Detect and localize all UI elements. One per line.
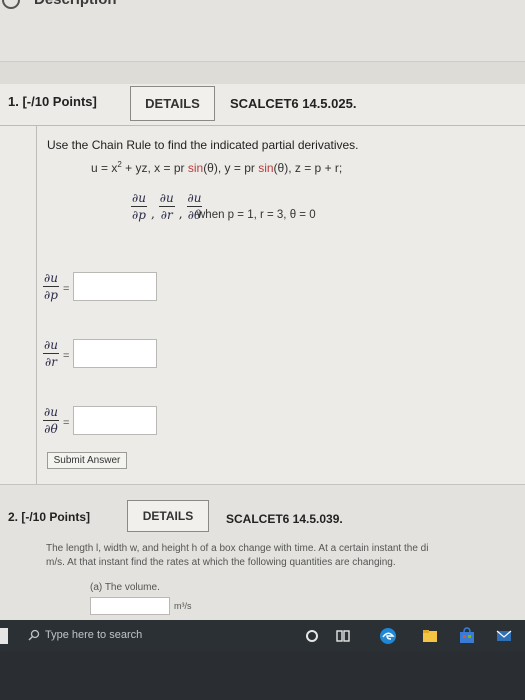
answer-label-du-dr: ∂u ∂r	[43, 338, 59, 369]
description-heading: Description	[34, 0, 117, 8]
eq-part-a: + yz, x = pr	[121, 161, 188, 175]
answer-input-du-dtheta[interactable]	[73, 406, 158, 435]
question-1-header: 1. [-/10 Points] DETAILS SCALCET6 14.5.0…	[0, 84, 525, 126]
answer-label-du-dp: ∂u ∂p	[43, 271, 59, 302]
answer-row-du-dtheta: ∂u ∂θ =	[43, 405, 158, 436]
eq-u: u = x	[91, 161, 118, 175]
question-1-panel: 1. [-/10 Points] DETAILS SCALCET6 14.5.0…	[0, 84, 525, 484]
question-2-subpart: (a) The volume.	[90, 582, 160, 593]
question-2-panel: 2. [-/10 Points] DETAILS SCALCET6 14.5.0…	[0, 500, 525, 620]
taskbar-row: Type here to search	[0, 620, 525, 652]
requested-derivatives: ∂u ∂p , ∂u ∂r , ∂u ∂θ	[131, 191, 203, 222]
derivative-du-dr: ∂u ∂r	[158, 191, 175, 222]
question-1-instruction: Use the Chain Rule to find the indicated…	[47, 138, 359, 152]
equals-sign: =	[62, 416, 70, 429]
separator	[0, 484, 525, 500]
windows-taskbar: Type here to search	[0, 620, 525, 700]
task-view-icon[interactable]	[333, 626, 353, 646]
given-equation: u = x2 + yz, x = pr sin(θ), y = pr sin(θ…	[91, 160, 342, 175]
cortana-icon[interactable]	[302, 626, 322, 646]
details-button-2[interactable]: DETAILS	[127, 500, 209, 532]
derivative-du-dp: ∂u ∂p	[131, 191, 147, 222]
question-2-code: SCALCET6 14.5.039.	[226, 512, 343, 526]
eq-part-b: (θ), y = pr	[203, 161, 259, 175]
question-2-line-1: The length l, width w, and height h of a…	[46, 543, 429, 554]
eq-part-c: (θ), z = p + r;	[273, 161, 343, 175]
unit-label: m³/s	[174, 601, 192, 611]
equals-sign: =	[62, 282, 70, 295]
answer-input-du-dr[interactable]	[73, 339, 158, 368]
answer-row-du-dr: ∂u ∂r =	[43, 338, 158, 369]
question-2-text: The length l, width w, and height h of a…	[46, 542, 525, 570]
equals-sign: =	[62, 349, 70, 362]
file-explorer-icon[interactable]	[420, 626, 440, 646]
eq-sin-1: sin	[187, 161, 204, 175]
eq-sin-2: sin	[258, 161, 274, 175]
info-circle-icon	[2, 0, 20, 9]
search-icon	[28, 629, 40, 641]
question-2-answer-row: m³/s	[90, 597, 192, 615]
search-placeholder: Type here to search	[45, 629, 143, 641]
question-1-number: 1. [-/10 Points]	[8, 94, 97, 109]
question-2-line-2: m/s. At that instant find the rates at w…	[46, 557, 396, 568]
mail-icon[interactable]	[494, 626, 514, 646]
store-icon[interactable]	[457, 626, 477, 646]
details-button-1[interactable]: DETAILS	[130, 86, 215, 121]
submit-answer-button[interactable]: Submit Answer	[47, 452, 127, 469]
evaluation-condition: when p = 1, r = 3, θ = 0	[197, 209, 316, 221]
answer-row-du-dp: ∂u ∂p =	[43, 271, 158, 302]
question-2-number: 2. [-/10 Points]	[8, 510, 91, 524]
answer-input-volume-rate[interactable]	[90, 597, 170, 615]
page-top-strip: Description	[0, 0, 525, 62]
answer-input-du-dp[interactable]	[73, 272, 158, 301]
start-button[interactable]	[0, 628, 8, 644]
taskbar-search[interactable]: Type here to search	[28, 629, 142, 641]
edge-browser-icon[interactable]	[378, 626, 398, 646]
question-1-body: Use the Chain Rule to find the indicated…	[36, 126, 525, 484]
separator	[0, 62, 525, 84]
answer-label-du-dtheta: ∂u ∂θ	[43, 405, 59, 436]
question-1-code: SCALCET6 14.5.025.	[230, 96, 357, 111]
bezel	[0, 652, 525, 700]
